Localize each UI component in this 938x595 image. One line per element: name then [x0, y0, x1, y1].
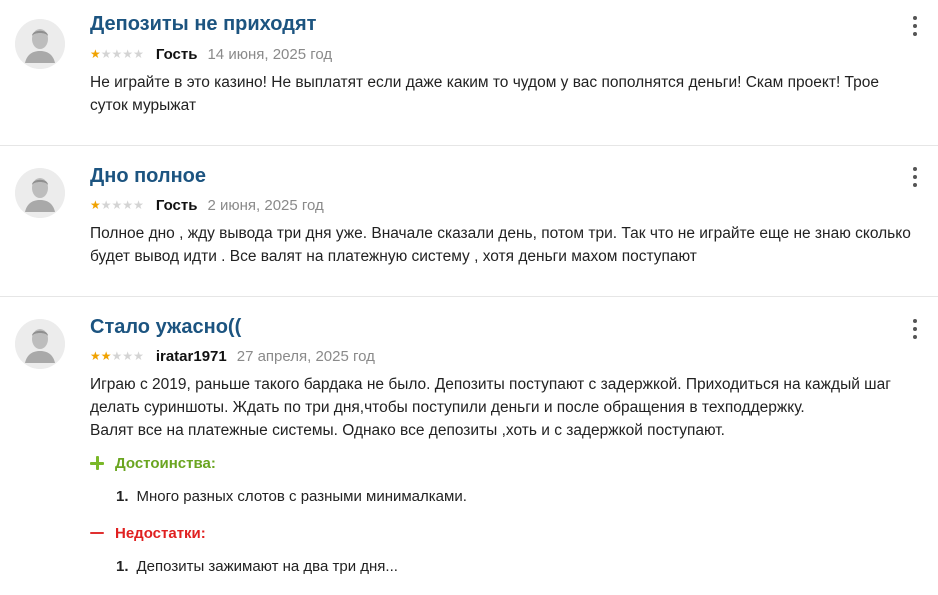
review-meta: ★ ★ ★ ★ ★ Гость 14 июня, 2025 год — [90, 44, 332, 64]
review-date: 2 июня, 2025 год — [207, 196, 324, 214]
review-paragraph: Полное дно , жду вывода три дня уже. Вна… — [90, 225, 911, 265]
pros-heading: Достоинства: — [90, 452, 216, 474]
user-avatar-icon — [15, 319, 65, 369]
pros-label: Достоинства: — [115, 454, 216, 472]
user-avatar-icon — [15, 19, 65, 69]
star-empty-icon: ★ — [133, 349, 144, 363]
cons-text: Депозиты зажимают на два три дня... — [136, 557, 398, 575]
star-empty-icon: ★ — [133, 47, 144, 61]
more-vertical-icon[interactable] — [909, 167, 921, 187]
star-filled-icon: ★ — [90, 47, 101, 61]
review-title[interactable]: Депозиты не приходят — [90, 12, 316, 36]
review-meta: ★ ★ ★ ★ ★ iratar1971 27 апреля, 2025 год — [90, 346, 375, 366]
pros-text: Много разных слотов с разными минималкам… — [136, 487, 467, 505]
cons-label: Недостатки: — [115, 524, 206, 542]
review-title[interactable]: Дно полное — [90, 164, 206, 188]
review-item: Стало ужасно(( ★ ★ ★ ★ ★ iratar1971 27 апрел… — [0, 297, 938, 594]
rating-stars: ★ ★ ★ ★ ★ — [90, 199, 144, 211]
list-number: 1. — [116, 487, 129, 505]
review-title[interactable]: Стало ужасно(( — [90, 315, 241, 339]
review-meta: ★ ★ ★ ★ ★ Гость 2 июня, 2025 год — [90, 195, 324, 215]
star-empty-icon: ★ — [122, 349, 134, 363]
star-empty-icon: ★ — [133, 198, 144, 212]
star-filled-icon: ★ — [90, 198, 101, 212]
list-number: 1. — [116, 557, 129, 575]
user-avatar-icon — [15, 168, 65, 218]
star-empty-icon: ★ — [122, 47, 134, 61]
review-paragraph: Играю с 2019, раньше такого бардака не б… — [90, 376, 891, 416]
review-date: 14 июня, 2025 год — [207, 45, 333, 63]
review-item: Дно полное ★ ★ ★ ★ ★ Гость 2 июня, 2025 год … — [0, 146, 938, 297]
star-filled-icon: ★ — [100, 349, 112, 363]
review-paragraph: Не играйте в это казино! Не выплатят есл… — [90, 74, 880, 114]
minus-icon — [90, 526, 104, 540]
cons-heading: Недостатки: — [90, 522, 206, 544]
star-empty-icon: ★ — [111, 198, 123, 212]
plus-icon — [90, 456, 104, 470]
review-author: Гость — [155, 196, 198, 214]
star-empty-icon: ★ — [111, 47, 123, 61]
review-paragraph: Валят все на платежные системы. Однако в… — [90, 422, 725, 439]
review-text: Играю с 2019, раньше такого бардака не б… — [90, 373, 920, 442]
star-empty-icon: ★ — [122, 198, 134, 212]
review-author: Гость — [155, 45, 198, 63]
cons-list-item: 1. Депозиты зажимают на два три дня... — [116, 555, 398, 577]
star-empty-icon: ★ — [100, 47, 112, 61]
star-empty-icon: ★ — [111, 349, 123, 363]
review-date: 27 апреля, 2025 год — [236, 347, 375, 365]
rating-stars: ★ ★ ★ ★ ★ — [90, 350, 144, 362]
star-empty-icon: ★ — [100, 198, 112, 212]
review-item: Депозиты не приходят ★ ★ ★ ★ ★ Гость 14 июня… — [0, 0, 938, 146]
review-text: Полное дно , жду вывода три дня уже. Вна… — [90, 222, 920, 268]
rating-stars: ★ ★ ★ ★ ★ — [90, 48, 144, 60]
pros-list-item: 1. Много разных слотов с разными минимал… — [116, 485, 467, 507]
star-filled-icon: ★ — [90, 349, 101, 363]
review-text: Не играйте в это казино! Не выплатят есл… — [90, 71, 920, 117]
more-vertical-icon[interactable] — [909, 16, 921, 36]
review-author[interactable]: iratar1971 — [156, 348, 227, 365]
more-vertical-icon[interactable] — [909, 319, 921, 339]
